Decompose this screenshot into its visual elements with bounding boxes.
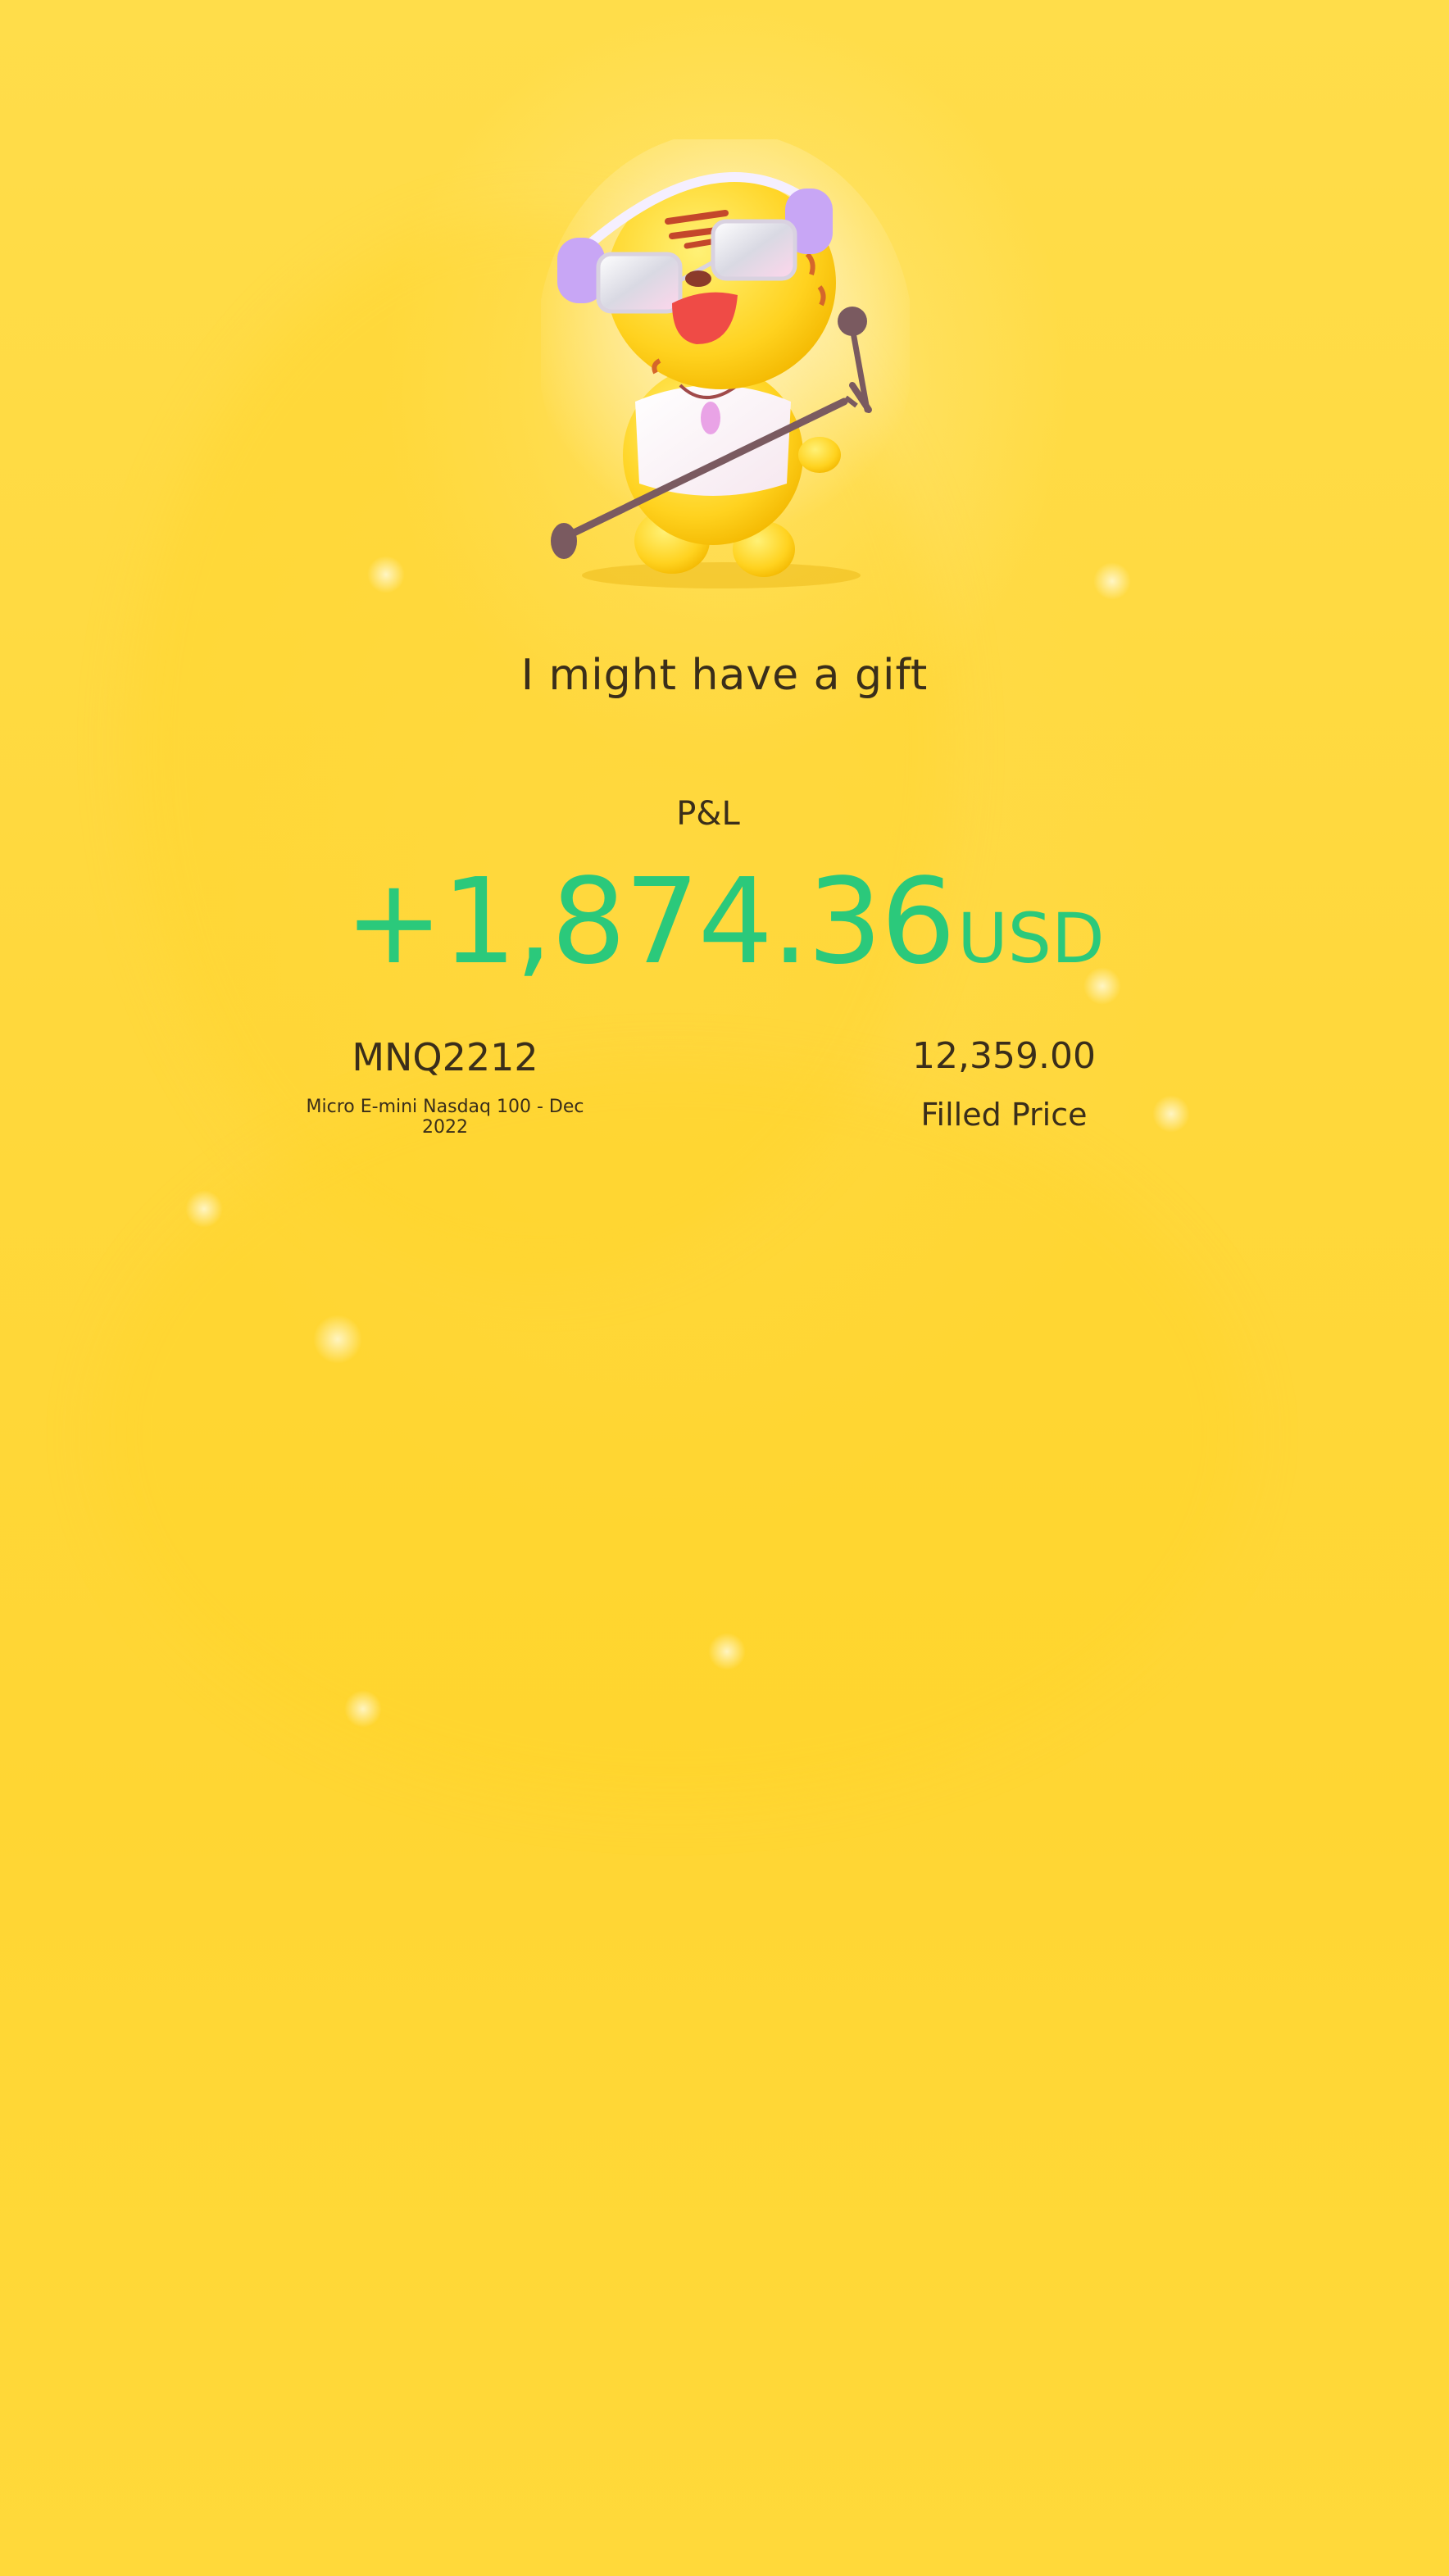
contract-name: Micro E-mini Nasdaq 100 - Dec 2022 <box>306 1097 584 1138</box>
sparkle-icon <box>1152 1095 1190 1133</box>
sparkle-icon <box>344 1690 382 1728</box>
sparkle-icon <box>1093 562 1131 600</box>
sparkle-icon <box>367 556 405 593</box>
pnl-amount: +1,874.36 <box>344 852 956 990</box>
background-shape <box>98 1065 1246 1803</box>
sparkle-icon <box>185 1190 223 1228</box>
pnl-value: +1,874.36USD <box>0 852 1449 990</box>
contract-code: MNQ2212 <box>352 1035 538 1079</box>
filled-price-value: 12,359.00 <box>912 1035 1096 1077</box>
pnl-label: P&L <box>676 795 740 833</box>
sparkle-icon <box>313 1315 362 1364</box>
filled-price-label: Filled Price <box>920 1097 1088 1133</box>
pnl-currency: USD <box>957 898 1105 979</box>
sparkle-icon <box>708 1633 746 1670</box>
card-title: I might have a gift <box>520 651 929 700</box>
tiger-mascot-icon <box>537 131 914 598</box>
